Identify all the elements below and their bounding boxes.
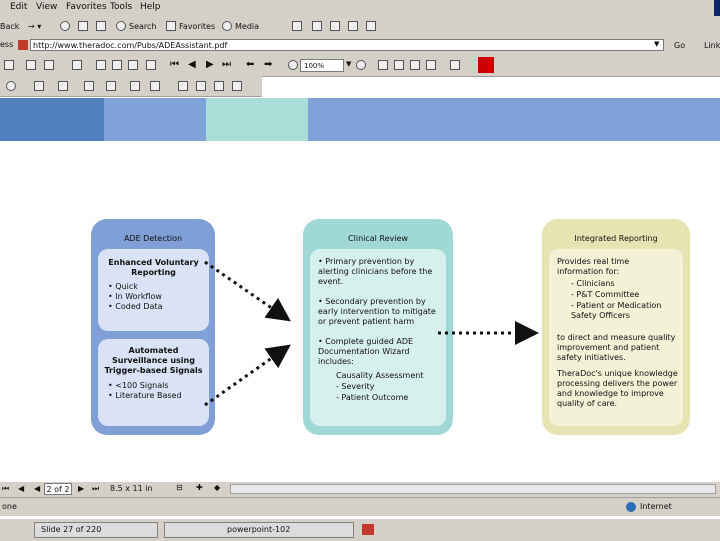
page-size-label: 8.5 x 11 in	[110, 484, 153, 493]
taskbar-item[interactable]: powerpoint-102	[164, 522, 354, 538]
arrow-surveillance-to-review	[204, 344, 291, 407]
taskbar: Slide 27 of 220 powerpoint-102	[0, 518, 720, 541]
continuous-icon[interactable]: ✚	[196, 483, 203, 492]
status-bar: one Internet	[0, 497, 720, 516]
facing-icon[interactable]: ◆	[214, 483, 220, 492]
status-text: one	[2, 502, 17, 511]
prev-page-icon[interactable]: ◀	[18, 484, 24, 493]
first-page-icon[interactable]: ⏮	[2, 484, 9, 494]
last-page-icon[interactable]: ⏭	[92, 484, 99, 494]
diagram-arrows	[204, 260, 539, 407]
horizontal-scrollbar[interactable]	[230, 484, 716, 494]
tray-icon[interactable]	[362, 524, 374, 535]
globe-icon	[626, 502, 636, 512]
pdf-navigation-bar: ⏮ ◀ ◀ 2 of 2 ▶ ⏭ 8.5 x 11 in ⊟ ✚ ◆	[0, 482, 720, 497]
single-page-icon[interactable]: ⊟	[176, 483, 183, 492]
taskbar-item[interactable]: Slide 27 of 220	[34, 522, 158, 538]
security-zone-label: Internet	[640, 502, 672, 511]
page-number-field[interactable]: 2 of 2	[44, 483, 72, 495]
arrow-voluntary-to-review	[204, 260, 291, 322]
next-page-icon[interactable]: ▶	[78, 484, 84, 493]
next-page-icon[interactable]: ◀	[34, 484, 40, 493]
